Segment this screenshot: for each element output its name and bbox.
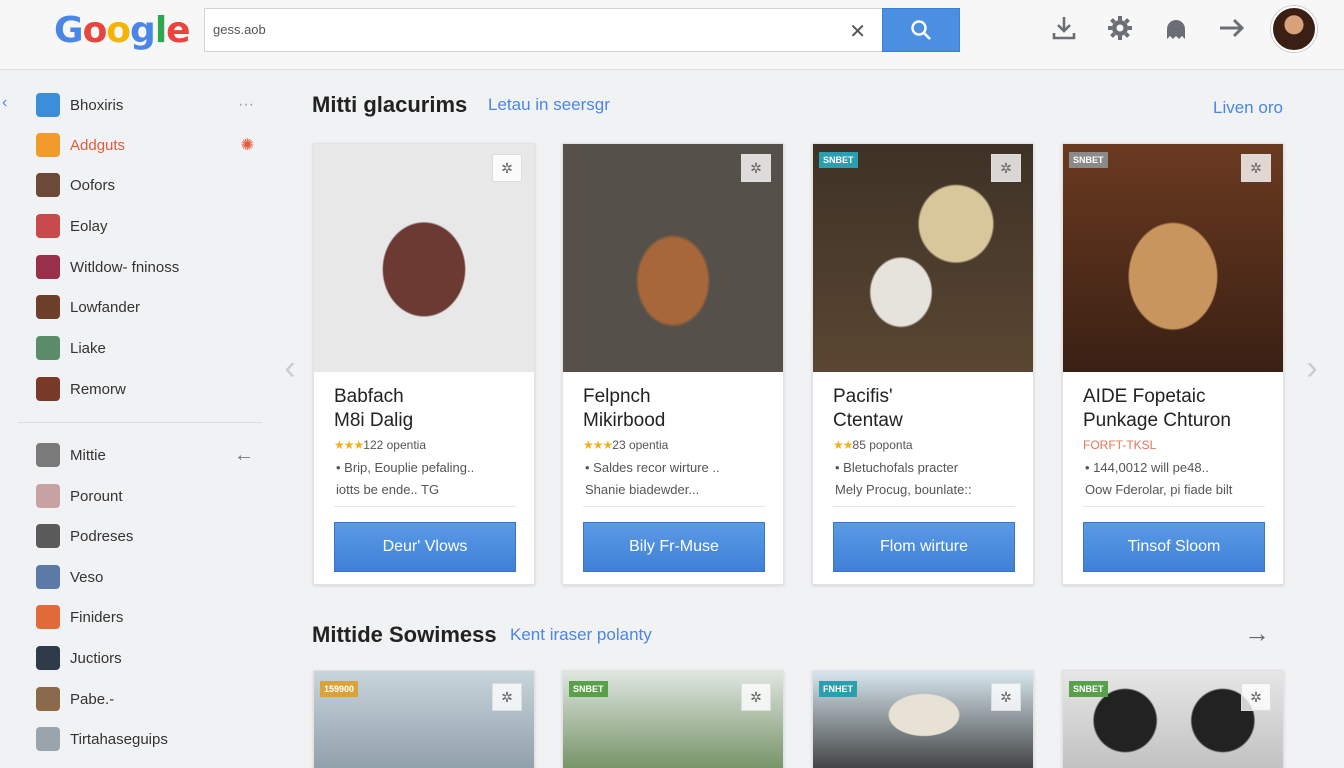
arrow-left-icon[interactable]: ← — [234, 444, 254, 467]
divider — [18, 422, 262, 423]
avatar[interactable] — [1271, 6, 1317, 52]
photo-icon — [36, 443, 60, 467]
view-more-link[interactable]: Liven oro — [1213, 98, 1283, 118]
rating: ★★85 poponta — [833, 438, 913, 452]
gear-icon[interactable]: ✺ — [241, 135, 254, 155]
sidebar-item[interactable]: Mittie ← — [18, 438, 260, 472]
rating: ★★★23 opentia — [583, 438, 669, 452]
photo-icon — [36, 214, 60, 238]
bookmark-icon[interactable]: ✲ — [1241, 154, 1271, 182]
carousel-next-button[interactable]: › — [1300, 330, 1324, 406]
photo-icon — [36, 524, 60, 548]
sidebar-item[interactable]: Witldow- fninoss — [18, 250, 260, 284]
section-subtitle[interactable]: Kent iraser polanty — [510, 625, 652, 645]
rating: FORFT-TKSL — [1083, 438, 1157, 452]
bookmark-icon[interactable]: ✲ — [492, 154, 522, 182]
card-action-button[interactable]: Deur' Vlows — [334, 522, 516, 572]
recipe-card[interactable]: FNHET ✲ — [812, 670, 1034, 768]
card-action-button[interactable]: Bily Fr-Muse — [583, 522, 765, 572]
clear-icon[interactable]: ✕ — [849, 19, 866, 44]
recipe-card[interactable]: 159900 ✲ — [313, 670, 535, 768]
recipe-card[interactable]: SNBET ✲ — [1062, 670, 1284, 768]
sidebar-item[interactable]: Eolay — [18, 209, 260, 243]
photo-icon — [36, 255, 60, 279]
divider — [583, 506, 765, 507]
sidebar-item[interactable]: Addguts ✺ — [18, 128, 260, 162]
top-bar: Google ✕ — [0, 0, 1344, 70]
photo-icon — [36, 484, 60, 508]
search-button[interactable] — [882, 8, 960, 52]
sidebar-item[interactable]: Finiders — [18, 600, 260, 634]
status-badge: 159900 — [320, 681, 359, 697]
more-icon[interactable]: ··· — [238, 96, 254, 114]
inbox-icon — [36, 93, 60, 117]
photo-icon — [36, 173, 60, 197]
bookmark-icon[interactable]: ✲ — [1241, 683, 1271, 711]
sidebar-item[interactable]: Podreses — [18, 519, 260, 553]
sidebar-item[interactable]: Veso — [18, 560, 260, 594]
chevron-left-icon[interactable]: ‹ — [2, 94, 7, 112]
photo-icon — [36, 727, 60, 751]
divider — [1083, 506, 1265, 507]
star-rating-icon: ★★★ — [334, 438, 364, 452]
divider — [833, 506, 1015, 507]
sidebar-item[interactable]: Liake — [18, 331, 260, 365]
card-action-button[interactable]: Tinsof Sloom — [1083, 522, 1265, 572]
recipe-card[interactable]: ✲ Babfach M8i Dalig ★★★122 opentia • Bri… — [313, 143, 535, 585]
photo-icon — [36, 605, 60, 629]
user-icon[interactable] — [1160, 12, 1192, 44]
section-title: Mittide Sowimess — [312, 622, 497, 647]
photo-icon — [36, 377, 60, 401]
recipe-card[interactable]: SNBET ✲ — [562, 670, 784, 768]
bookmark-icon[interactable]: ✲ — [991, 683, 1021, 711]
bookmark-icon[interactable]: ✲ — [991, 154, 1021, 182]
carousel-prev-button[interactable]: ‹ — [278, 330, 302, 406]
sidebar-item[interactable]: Porount — [18, 479, 260, 513]
search-input[interactable] — [205, 9, 805, 49]
star-rating-icon: ★★★ — [583, 438, 613, 452]
star-rating-icon: ★★ — [833, 438, 853, 452]
status-badge: FNHET — [819, 681, 857, 697]
photo-icon — [36, 565, 60, 589]
arrow-right-icon[interactable]: → — [1244, 618, 1270, 649]
bookmark-icon[interactable]: ✲ — [492, 683, 522, 711]
add-icon — [36, 133, 60, 157]
recipe-card[interactable]: SNBET ✲ Pacifis' Ctentaw ★★85 poponta • … — [812, 143, 1034, 585]
photo-icon — [36, 295, 60, 319]
arrow-right-icon[interactable] — [1216, 12, 1248, 44]
bookmark-icon[interactable]: ✲ — [741, 154, 771, 182]
gear-icon[interactable] — [1104, 12, 1136, 44]
rating: ★★★122 opentia — [334, 438, 427, 452]
search-box: ✕ — [204, 8, 882, 52]
sidebar-item[interactable]: Oofors — [18, 168, 260, 202]
section-subtitle[interactable]: Letau in seersgr — [488, 95, 610, 115]
sidebar-item[interactable]: Remorw — [18, 372, 260, 406]
recipe-card[interactable]: ✲ Felpnch Mikirbood ★★★23 opentia • Sald… — [562, 143, 784, 585]
bookmark-icon[interactable]: ✲ — [741, 683, 771, 711]
sidebar-item[interactable]: Pabe.- — [18, 682, 260, 716]
section-title: Mitti glacurims — [312, 92, 468, 117]
status-badge: SNBET — [1069, 152, 1108, 168]
sidebar-item[interactable]: Juctiors — [18, 641, 260, 675]
photo-icon — [36, 687, 60, 711]
status-badge: SNBET — [1069, 681, 1108, 697]
card-action-button[interactable]: Flom wirture — [833, 522, 1015, 572]
status-badge: SNBET — [819, 152, 858, 168]
search-icon — [911, 20, 931, 40]
divider — [334, 506, 516, 507]
sidebar: ‹ Bhoxiris ··· Addguts ✺ Oofors Eolay Wi… — [0, 70, 278, 768]
photo-icon — [36, 336, 60, 360]
google-logo[interactable]: Google — [54, 10, 191, 51]
recipe-card[interactable]: SNBET ✲ AIDE Fopetaic Punkage Chturon FO… — [1062, 143, 1284, 585]
photo-icon — [36, 646, 60, 670]
status-badge: SNBET — [569, 681, 608, 697]
sidebar-item[interactable]: Tirtahaseguips — [18, 722, 260, 756]
sidebar-item[interactable]: Bhoxiris ··· — [18, 88, 260, 122]
sidebar-item[interactable]: Lowfander — [18, 290, 260, 324]
download-icon[interactable] — [1048, 12, 1080, 44]
